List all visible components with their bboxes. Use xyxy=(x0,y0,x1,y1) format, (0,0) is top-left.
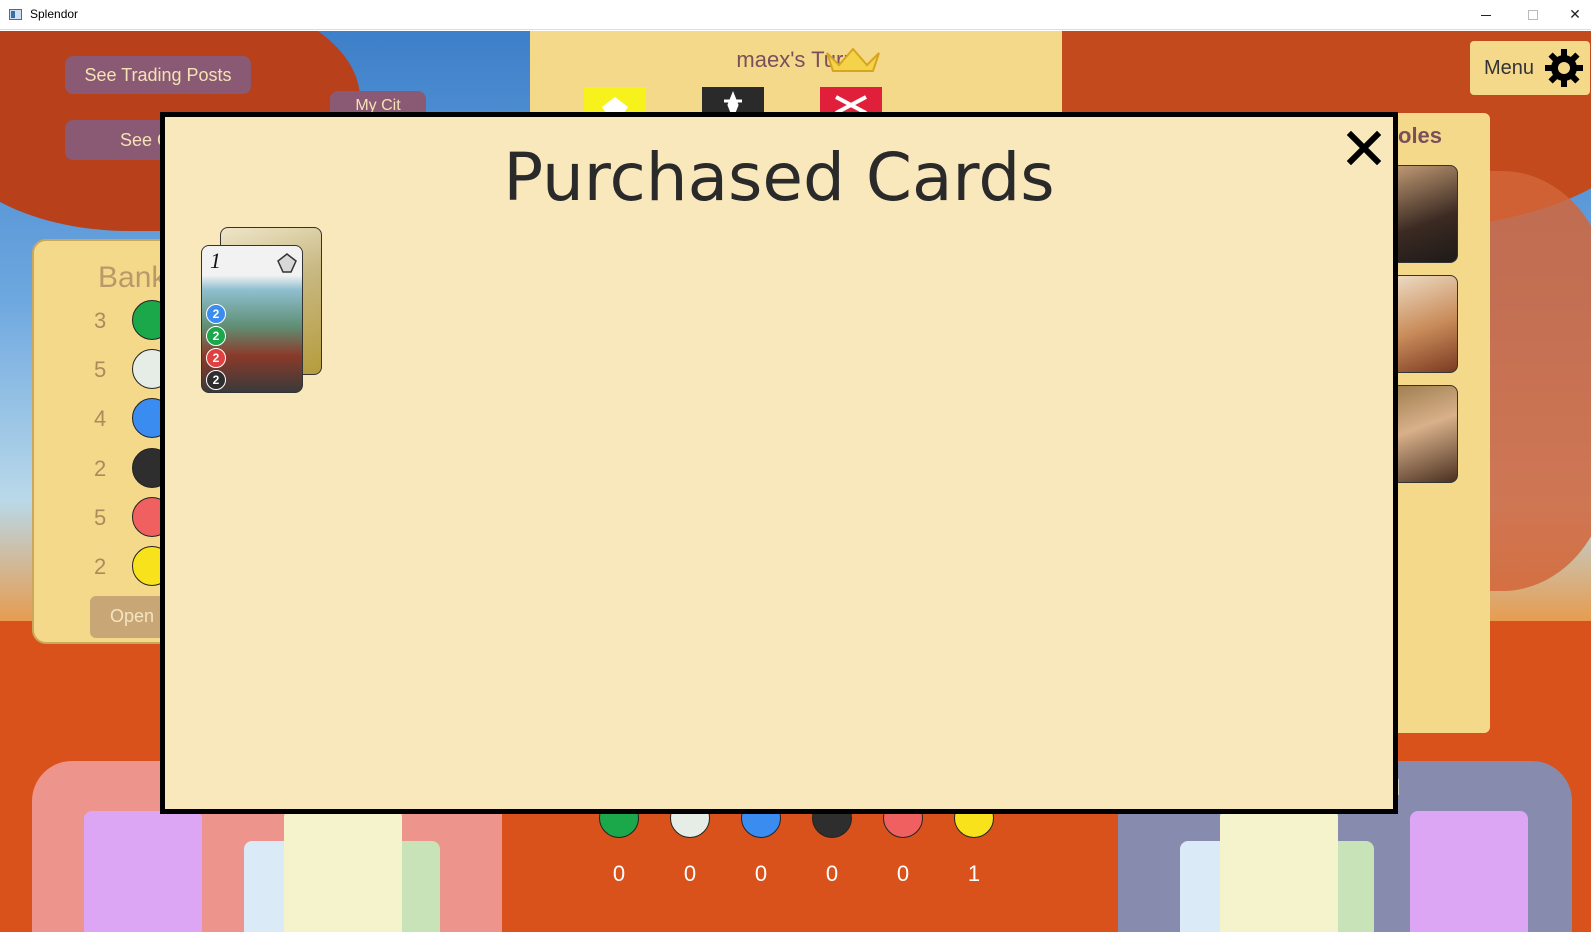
gear-icon xyxy=(1545,49,1583,87)
nobles-title: oles xyxy=(1398,123,1443,148)
window-title: Splendor xyxy=(30,7,79,21)
player-gem-count: 0 xyxy=(896,861,910,886)
menu-label: Menu xyxy=(1484,56,1535,79)
bank-count: 5 xyxy=(94,505,107,530)
card-cost-black: 2 xyxy=(206,370,226,390)
player-gem-count: 1 xyxy=(967,861,981,886)
purchased-cards-dialog: Purchased Cards 1 2 2 2 2 xyxy=(160,112,1398,814)
card-slot[interactable] xyxy=(284,809,402,932)
see-trading-posts-button[interactable]: See Trading Posts xyxy=(65,56,251,94)
purchased-card[interactable]: 1 2 2 2 2 xyxy=(201,245,303,393)
card-cost-blue: 2 xyxy=(206,304,226,324)
crown-icon xyxy=(826,47,880,72)
card-cost-red: 2 xyxy=(206,348,226,368)
card-slot[interactable] xyxy=(84,811,202,932)
window-titlebar: Splendor ✕ xyxy=(0,0,1591,30)
app-icon xyxy=(9,9,22,20)
menu-button[interactable]: Menu xyxy=(1470,41,1590,95)
window-close-button[interactable]: ✕ xyxy=(1552,0,1591,30)
bank-count: 2 xyxy=(94,456,107,481)
turn-panel: maex's Turn xyxy=(530,31,1062,121)
minimize-icon xyxy=(1481,14,1491,16)
player-gem-count: 0 xyxy=(825,861,839,886)
turn-label: maex's Turn xyxy=(736,47,856,72)
bank-count: 4 xyxy=(94,406,107,431)
bank-title: Bank xyxy=(98,261,167,294)
card-prestige-points: 1 xyxy=(210,248,221,273)
card-slot[interactable] xyxy=(1410,811,1528,932)
window-close-icon: ✕ xyxy=(1569,7,1581,23)
player-gem-count: 0 xyxy=(683,861,697,886)
bank-count: 2 xyxy=(94,554,107,579)
dialog-title: Purchased Cards xyxy=(503,139,1055,216)
maximize-button[interactable] xyxy=(1510,0,1556,30)
bank-count: 5 xyxy=(94,357,107,382)
card-bonus-gem-icon xyxy=(277,253,297,273)
close-icon[interactable] xyxy=(1347,131,1381,165)
bank-count: 3 xyxy=(94,308,107,333)
player-gem-count: 0 xyxy=(612,861,626,886)
player-gem-count: 0 xyxy=(754,861,768,886)
card-slot[interactable] xyxy=(1220,809,1338,932)
maximize-icon xyxy=(1528,10,1538,20)
minimize-button[interactable] xyxy=(1463,0,1509,30)
card-cost-green: 2 xyxy=(206,326,226,346)
see-trading-posts-label: See Trading Posts xyxy=(84,64,232,85)
